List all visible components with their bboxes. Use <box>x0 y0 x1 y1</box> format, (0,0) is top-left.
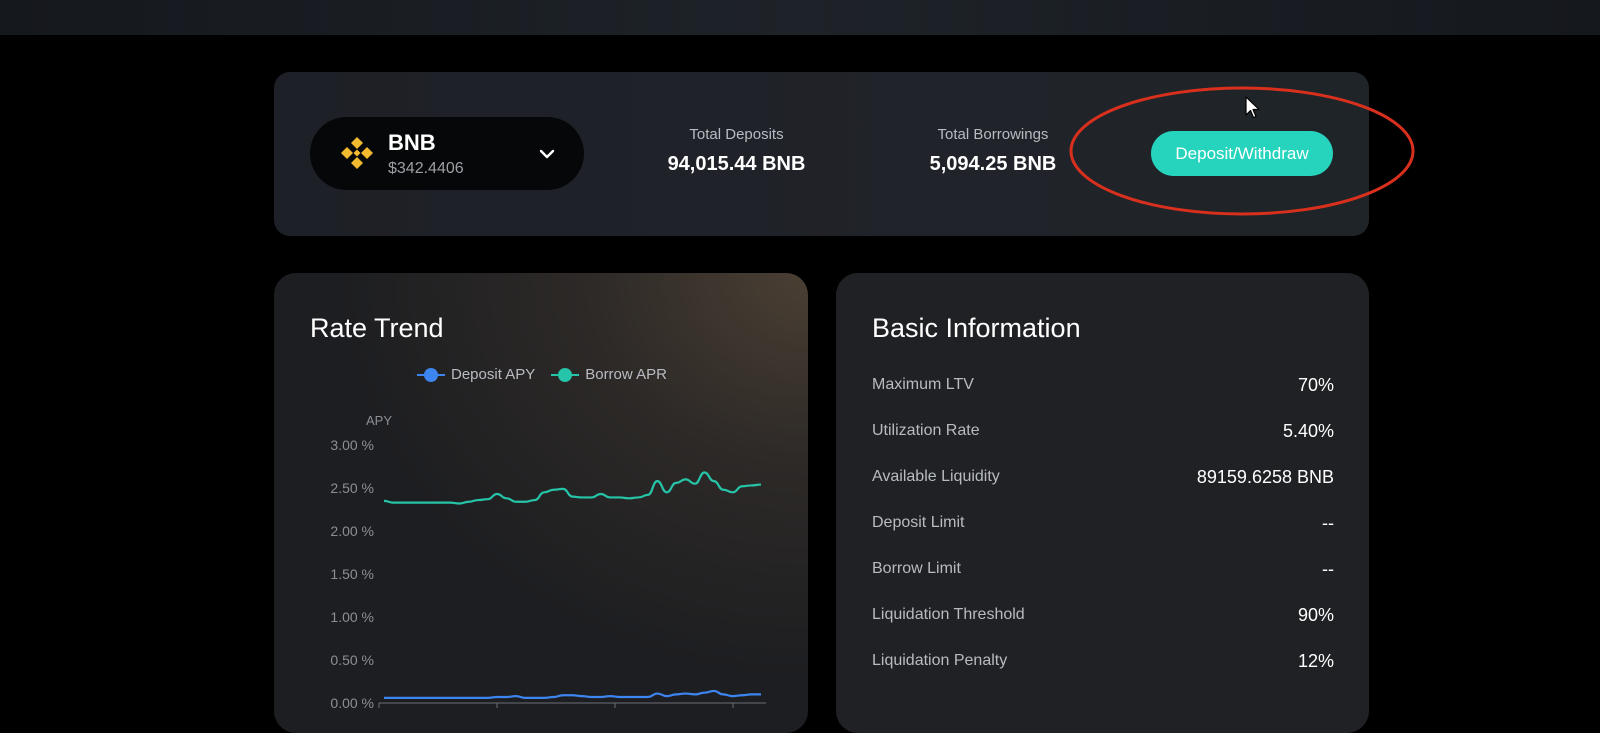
info-row-label: Borrow Limit <box>872 560 961 577</box>
rate-trend-card: Rate Trend Deposit APY Borrow APR APY 0.0… <box>274 273 808 733</box>
deposit-withdraw-button[interactable]: Deposit/Withdraw <box>1151 131 1333 176</box>
info-row-value: -- <box>1322 558 1334 579</box>
info-row: Deposit Limit -- <box>872 511 1334 535</box>
total-borrowings-value: 5,094.25 BNB <box>929 153 1057 175</box>
info-row-label: Maximum LTV <box>872 376 974 393</box>
total-deposits-value: 94,015.44 BNB <box>667 153 806 175</box>
info-row: Borrow Limit -- <box>872 557 1334 581</box>
y-tick-label: 1.50 % <box>330 566 374 582</box>
series-line-deposit-apy <box>383 689 761 699</box>
series-line-borrow-apr <box>383 471 762 505</box>
info-row-value: 90% <box>1297 604 1334 625</box>
info-row-label: Liquidation Penalty <box>872 652 1008 669</box>
info-row: Utilization Rate 5.40% <box>872 419 1334 443</box>
y-tick-label: 0.00 % <box>330 695 374 711</box>
info-row: Maximum LTV 70% <box>872 373 1334 397</box>
basic-information-title: Basic Information <box>872 313 1081 343</box>
y-axis-title: APY <box>366 413 392 428</box>
total-borrowings-label: Total Borrowings <box>937 126 1049 143</box>
y-tick-label: 3.00 % <box>330 437 374 453</box>
asset-header-card: BNB $342.4406 Total Deposits 94,015.44 B… <box>274 72 1369 236</box>
y-tick-label: 0.50 % <box>330 652 374 668</box>
info-row-label: Available Liquidity <box>872 468 1000 485</box>
info-row: Liquidation Threshold 90% <box>872 603 1334 627</box>
info-row-value: 5.40% <box>1282 420 1334 441</box>
info-row-value: 70% <box>1297 374 1334 395</box>
total-deposits-label: Total Deposits <box>689 126 784 143</box>
basic-information-card: Basic Information Maximum LTV 70% Utilizat… <box>836 273 1369 733</box>
asset-selector-dropdown[interactable]: BNB $342.4406 <box>310 117 584 190</box>
info-row-label: Liquidation Threshold <box>872 606 1025 623</box>
info-row-value: 12% <box>1297 650 1334 671</box>
info-row-label: Utilization Rate <box>872 422 980 439</box>
y-tick-label: 2.50 % <box>330 480 374 496</box>
top-navigation-bar <box>0 0 1600 35</box>
asset-price: $342.4406 <box>388 160 464 177</box>
asset-symbol: BNB <box>388 130 436 155</box>
mouse-cursor-icon <box>1245 96 1260 119</box>
total-borrowings-stat: Total Borrowings 5,094.25 BNB <box>918 126 1068 176</box>
info-row-value: 89159.6258 BNB <box>1196 466 1334 487</box>
total-deposits-stat: Total Deposits 94,015.44 BNB <box>654 126 819 176</box>
rate-trend-chart: APY 0.00 % 0.50 % 1.00 % 1.50 % 2.00 % 2.50 % 3… <box>330 413 766 711</box>
info-row-value: -- <box>1322 512 1334 533</box>
info-row: Liquidation Penalty 12% <box>872 649 1334 673</box>
y-tick-label: 2.00 % <box>330 523 374 539</box>
chevron-down-icon <box>539 149 555 159</box>
info-row-label: Deposit Limit <box>872 514 965 531</box>
y-tick-label: 1.00 % <box>330 609 374 625</box>
bnb-logo-icon <box>341 137 373 169</box>
info-row: Available Liquidity 89159.6258 BNB <box>872 465 1334 489</box>
